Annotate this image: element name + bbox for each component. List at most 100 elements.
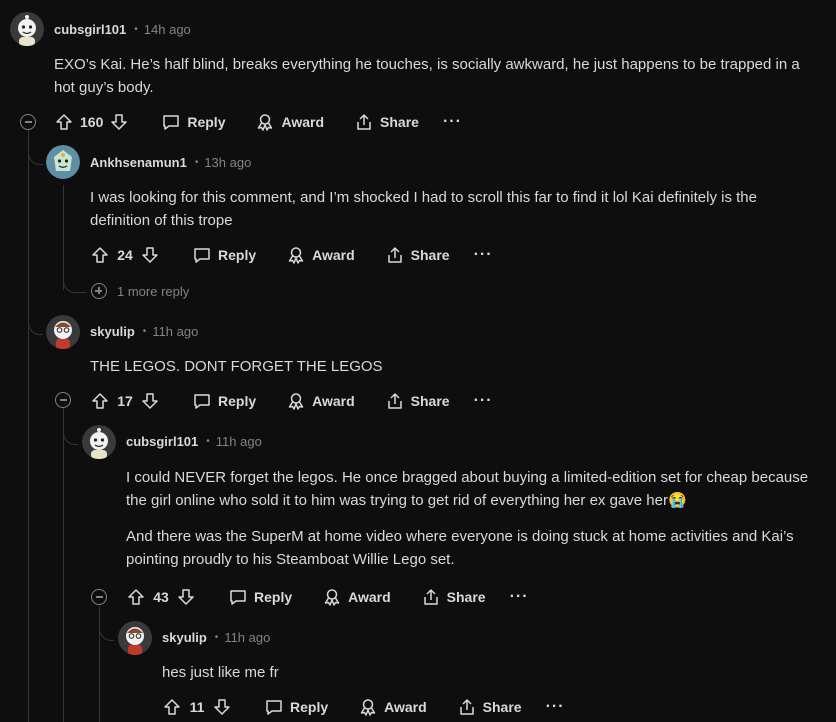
award-button[interactable]: Award bbox=[358, 697, 427, 717]
reply-label: Reply bbox=[218, 393, 257, 409]
comment-body: hes just like me fr bbox=[162, 661, 812, 697]
thread-connector bbox=[63, 408, 78, 445]
comment-paragraph: And there was the SuperM at home video w… bbox=[126, 528, 794, 568]
vote-controls: 11 bbox=[162, 697, 232, 717]
thread-line[interactable] bbox=[28, 130, 29, 722]
share-button[interactable]: Share bbox=[421, 587, 486, 607]
author-name[interactable]: cubsgirl101 bbox=[54, 22, 126, 37]
award-label: Award bbox=[312, 247, 355, 263]
share-icon bbox=[459, 699, 474, 715]
downvote-icon[interactable] bbox=[140, 391, 160, 411]
vote-controls: 43 bbox=[126, 587, 196, 607]
reply-button[interactable]: Reply bbox=[192, 245, 256, 265]
comment-paragraph: hes just like me fr bbox=[162, 664, 279, 681]
share-icon bbox=[423, 589, 438, 605]
share-label: Share bbox=[410, 393, 450, 409]
reply-button[interactable]: Reply bbox=[192, 391, 256, 411]
comment-body: EXO’s Kai. He’s half blind, breaks every… bbox=[54, 53, 824, 112]
comment-body: THE LEGOS. DONT FORGET THE LEGOS bbox=[90, 355, 815, 391]
award-button[interactable]: Award bbox=[286, 391, 355, 411]
expand-icon bbox=[91, 283, 107, 299]
comment-actions: 24 Reply Award Share ··· bbox=[90, 245, 523, 265]
timestamp[interactable]: 11h ago bbox=[152, 324, 198, 339]
timestamp[interactable]: 11h ago bbox=[216, 434, 262, 449]
author-name[interactable]: cubsgirl101 bbox=[126, 434, 198, 449]
avatar[interactable] bbox=[10, 12, 44, 46]
downvote-icon[interactable] bbox=[140, 245, 160, 265]
thread-connector bbox=[28, 300, 43, 335]
more-options-icon[interactable]: ··· bbox=[474, 392, 493, 410]
downvote-icon[interactable] bbox=[212, 697, 232, 717]
award-label: Award bbox=[384, 699, 427, 715]
author-name[interactable]: Ankhsenamun1 bbox=[90, 155, 187, 170]
more-replies-link[interactable]: 1 more reply bbox=[91, 283, 189, 299]
separator-dot: • bbox=[134, 24, 138, 35]
separator-dot: • bbox=[214, 632, 219, 643]
comment-meta: Ankhsenamun1 • 13h ago bbox=[90, 155, 251, 170]
vote-controls: 160 bbox=[54, 112, 129, 132]
share-icon bbox=[387, 247, 402, 263]
upvote-icon[interactable] bbox=[162, 697, 182, 717]
collapse-button[interactable] bbox=[91, 589, 107, 605]
upvote-icon[interactable] bbox=[54, 112, 74, 132]
upvote-icon[interactable] bbox=[126, 587, 146, 607]
collapse-button[interactable] bbox=[20, 114, 36, 130]
comment-actions: 11 Reply Award Share ··· bbox=[162, 697, 595, 717]
comment-bubble-icon bbox=[194, 248, 210, 263]
share-button[interactable]: Share bbox=[354, 112, 419, 132]
author-name[interactable]: skyulip bbox=[162, 630, 207, 645]
share-button[interactable]: Share bbox=[385, 391, 450, 411]
comment-actions: 160 Reply Award Share ··· bbox=[54, 112, 492, 132]
downvote-icon[interactable] bbox=[109, 112, 129, 132]
share-label: Share bbox=[410, 247, 450, 263]
comment-bubble-icon bbox=[194, 394, 210, 409]
reply-button[interactable]: Reply bbox=[161, 112, 225, 132]
award-label: Award bbox=[281, 114, 325, 130]
vote-score: 11 bbox=[189, 699, 205, 715]
award-button[interactable]: Award bbox=[322, 587, 391, 607]
award-icon bbox=[288, 393, 304, 410]
comment-meta: cubsgirl101 • 11h ago bbox=[126, 434, 262, 449]
avatar[interactable] bbox=[46, 315, 80, 349]
timestamp[interactable]: 13h ago bbox=[204, 155, 251, 170]
vote-score: 24 bbox=[117, 247, 133, 263]
upvote-icon[interactable] bbox=[90, 391, 110, 411]
share-label: Share bbox=[380, 114, 419, 130]
award-button[interactable]: Award bbox=[286, 245, 355, 265]
comment-paragraph: EXO’s Kai. He’s half blind, breaks every… bbox=[54, 56, 800, 96]
reply-label: Reply bbox=[290, 699, 329, 715]
reply-button[interactable]: Reply bbox=[264, 697, 328, 717]
more-options-icon[interactable]: ··· bbox=[443, 113, 462, 131]
thread-connector bbox=[99, 606, 114, 641]
share-icon bbox=[357, 114, 371, 130]
separator-dot: • bbox=[194, 157, 199, 168]
author-name[interactable]: skyulip bbox=[90, 324, 135, 339]
avatar[interactable] bbox=[82, 425, 116, 459]
more-options-icon[interactable]: ··· bbox=[510, 588, 529, 606]
vote-score: 43 bbox=[153, 589, 169, 605]
reply-button[interactable]: Reply bbox=[228, 587, 292, 607]
thread-line[interactable] bbox=[63, 408, 64, 722]
timestamp[interactable]: 14h ago bbox=[144, 22, 191, 37]
more-options-icon[interactable]: ··· bbox=[546, 698, 565, 716]
comment-meta: cubsgirl101 • 14h ago bbox=[54, 22, 191, 37]
collapse-button[interactable] bbox=[55, 392, 71, 408]
comment-paragraph: THE LEGOS. DONT FORGET THE LEGOS bbox=[90, 358, 383, 375]
share-label: Share bbox=[482, 699, 522, 715]
award-icon bbox=[288, 247, 304, 264]
timestamp[interactable]: 11h ago bbox=[224, 630, 270, 645]
more-options-icon[interactable]: ··· bbox=[474, 246, 493, 264]
avatar[interactable] bbox=[118, 621, 152, 655]
upvote-icon[interactable] bbox=[90, 245, 110, 265]
comment-meta: skyulip • 11h ago bbox=[90, 324, 198, 339]
more-replies-label: 1 more reply bbox=[117, 283, 190, 299]
downvote-icon[interactable] bbox=[176, 587, 196, 607]
avatar[interactable] bbox=[46, 145, 80, 179]
share-label: Share bbox=[446, 589, 486, 605]
award-button[interactable]: Award bbox=[255, 112, 324, 132]
thread-connector bbox=[28, 130, 43, 165]
share-button[interactable]: Share bbox=[457, 697, 522, 717]
separator-dot: • bbox=[206, 436, 210, 447]
share-button[interactable]: Share bbox=[385, 245, 450, 265]
reply-label: Reply bbox=[218, 247, 257, 263]
